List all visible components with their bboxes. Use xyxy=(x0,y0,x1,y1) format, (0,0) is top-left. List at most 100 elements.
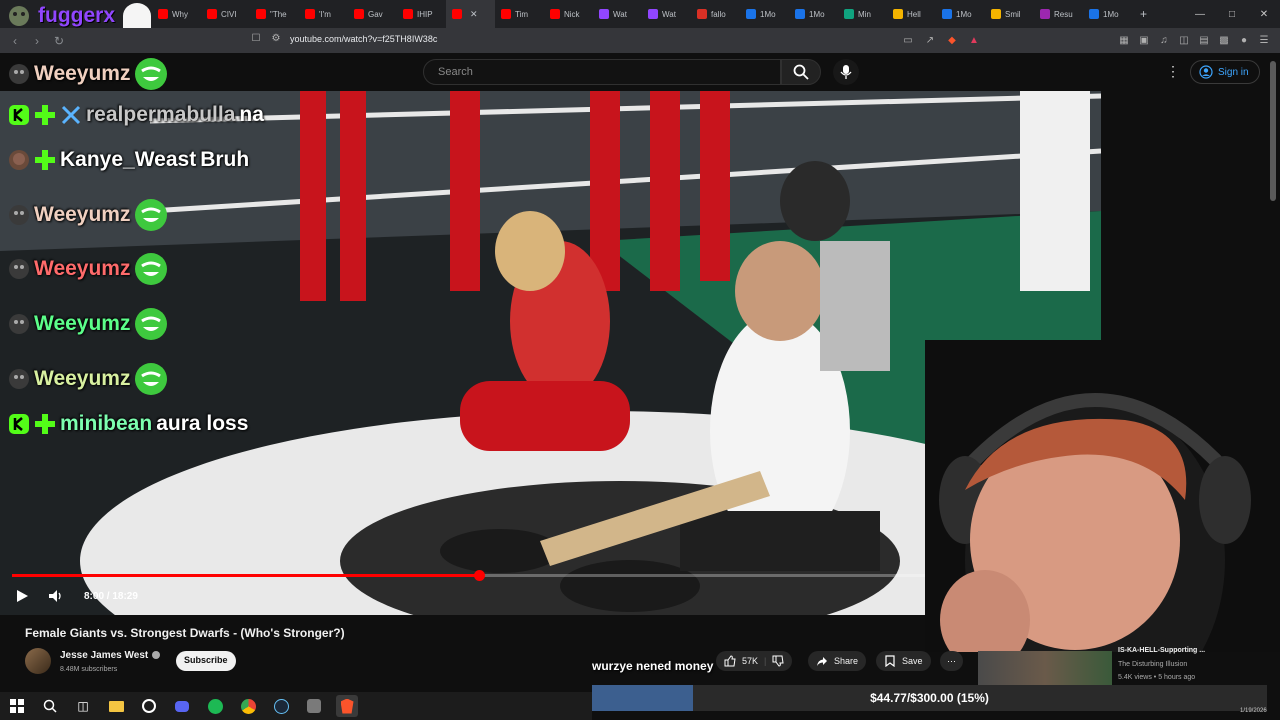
scrollbar-thumb[interactable] xyxy=(1270,61,1276,201)
subscriber-count: 8.48M subscribers xyxy=(60,666,118,673)
close-tab-icon[interactable]: ✕ xyxy=(470,9,478,20)
time-display: 8:00 / 18:29 xyxy=(84,590,138,602)
reload-icon[interactable]: ↻ xyxy=(48,30,70,52)
search-button[interactable] xyxy=(781,59,821,85)
browser-tab[interactable]: ✕ xyxy=(446,0,495,28)
browser-tab[interactable]: 1Mo xyxy=(1083,0,1132,28)
browser-tab[interactable]: 1Mo xyxy=(789,0,838,28)
webcam-overlay xyxy=(925,340,1280,652)
save-button[interactable]: Save xyxy=(876,651,931,671)
app-icon[interactable] xyxy=(138,695,160,717)
task-view-icon[interactable]: ◫ xyxy=(72,695,94,717)
sidebar-icon[interactable]: ◫ xyxy=(1176,31,1192,49)
play-button[interactable] xyxy=(12,586,32,606)
new-tab-button[interactable]: + xyxy=(1132,7,1155,21)
settings-menu-icon[interactable]: ⋮ xyxy=(1166,63,1180,80)
tab-list: Why CIVI "The 'I'm Gav IHIP ✕ Tim Nick Wat Wat fall… xyxy=(152,0,1132,28)
browser-tab[interactable]: Nick xyxy=(544,0,593,28)
start-icon[interactable] xyxy=(6,695,28,717)
user-avatar-icon xyxy=(8,63,30,85)
voice-search-button[interactable] xyxy=(833,59,859,85)
site-info-icon[interactable]: ⚙ xyxy=(268,29,284,47)
chat-message: Weeyumz xyxy=(8,362,168,396)
like-button[interactable]: 57K | xyxy=(716,651,793,671)
subscribe-button[interactable]: Subscribe xyxy=(176,651,236,671)
recommended-thumbnail[interactable] xyxy=(978,651,1112,685)
sign-in-button[interactable]: Sign in xyxy=(1190,60,1260,84)
recommended-title[interactable]: IS-KA-HELL-Supporting ... xyxy=(1118,647,1205,654)
brave-rewards-icon[interactable]: ▲ xyxy=(966,31,982,49)
chrome-icon[interactable] xyxy=(237,695,259,717)
page-scrollbar[interactable] xyxy=(1270,53,1276,693)
close-window-button[interactable]: ✕ xyxy=(1248,0,1280,28)
vpn-icon[interactable]: ▩ xyxy=(1216,31,1232,49)
browser-tab[interactable]: 1Mo xyxy=(936,0,985,28)
address-left-icons: ☐ ⚙ xyxy=(248,29,284,47)
chat-message: realpermabulla na xyxy=(8,103,264,127)
browser-tab[interactable]: CIVI xyxy=(201,0,250,28)
streamer-avatar-icon xyxy=(9,6,29,26)
youtube-header: Search ⋮ Sign in xyxy=(0,53,1280,91)
volume-button[interactable] xyxy=(46,586,66,606)
channel-avatar[interactable] xyxy=(25,648,51,674)
browser-tab[interactable]: 'I'm xyxy=(299,0,348,28)
tab-favicon-icon xyxy=(746,9,756,19)
browser-tab[interactable]: Resu xyxy=(1034,0,1083,28)
user-avatar-icon xyxy=(8,149,30,171)
browser-tab[interactable]: Wat xyxy=(593,0,642,28)
brave-shields-icon[interactable]: ◆ xyxy=(944,31,960,49)
ghost-icon xyxy=(123,3,152,29)
browser-tab[interactable]: Why xyxy=(152,0,201,28)
discord-icon[interactable] xyxy=(171,695,193,717)
file-explorer-icon[interactable] xyxy=(105,695,127,717)
maximize-button[interactable]: □ xyxy=(1216,0,1248,28)
streamer-name: fuggerx xyxy=(38,4,116,27)
back-icon[interactable]: ‹ xyxy=(4,30,26,52)
tab-label: 1Mo xyxy=(1103,9,1119,19)
chat-text: aura loss xyxy=(156,412,249,435)
browser-tab[interactable]: 1Mo xyxy=(740,0,789,28)
taskbar-date: 1/19/2026 xyxy=(1240,708,1267,714)
menu-icon[interactable]: ☰ xyxy=(1256,31,1272,49)
minimize-button[interactable]: — xyxy=(1184,0,1216,28)
browser-tab[interactable]: Min xyxy=(838,0,887,28)
browser-tab[interactable]: Gav xyxy=(348,0,397,28)
browser-tab[interactable]: Wat xyxy=(642,0,691,28)
more-icon: ⋯ xyxy=(947,655,956,666)
tab-favicon-icon xyxy=(207,9,217,19)
tab-label: Why xyxy=(172,9,188,19)
cast-icon[interactable]: ▭ xyxy=(900,31,916,49)
tab-label: 1Mo xyxy=(760,9,776,19)
share-page-icon[interactable]: ↗ xyxy=(922,31,938,49)
channel-name[interactable]: Jesse James West xyxy=(60,650,161,661)
extension-icon[interactable]: ▦ xyxy=(1116,31,1132,49)
share-button[interactable]: Share xyxy=(808,651,867,671)
browser-tab[interactable]: "The xyxy=(250,0,299,28)
app-icon[interactable] xyxy=(303,695,325,717)
browser-tab[interactable]: Hell xyxy=(887,0,936,28)
channel-name-text: Jesse James West xyxy=(60,650,149,661)
url-field[interactable]: youtube.com/watch?v=f25TH8IW38c xyxy=(290,34,437,44)
chat-username: Weeyumz xyxy=(34,257,131,280)
search-input[interactable]: Search xyxy=(423,59,781,85)
music-icon[interactable]: ♫ xyxy=(1156,31,1172,49)
more-actions-button[interactable]: ⋯ xyxy=(940,651,963,671)
emote-icon xyxy=(134,307,168,341)
spotify-icon[interactable] xyxy=(204,695,226,717)
chat-text: na xyxy=(239,103,264,126)
account-icon[interactable]: ● xyxy=(1236,31,1252,49)
save-label: Save xyxy=(902,656,923,666)
taskbar-search-icon[interactable] xyxy=(39,695,61,717)
brave-icon[interactable] xyxy=(336,695,358,717)
tab-label: Min xyxy=(858,9,871,19)
browser-tab[interactable]: Tim xyxy=(495,0,544,28)
extension-icon[interactable]: ▣ xyxy=(1136,31,1152,49)
progress-played xyxy=(12,574,480,577)
bookmark-icon[interactable]: ☐ xyxy=(248,29,264,47)
browser-tab[interactable]: IHIP xyxy=(397,0,446,28)
browser-tab[interactable]: Smil xyxy=(985,0,1034,28)
forward-icon[interactable]: › xyxy=(26,30,48,52)
steam-icon[interactable] xyxy=(270,695,292,717)
browser-tab[interactable]: fallo xyxy=(691,0,740,28)
wallet-icon[interactable]: ▤ xyxy=(1196,31,1212,49)
